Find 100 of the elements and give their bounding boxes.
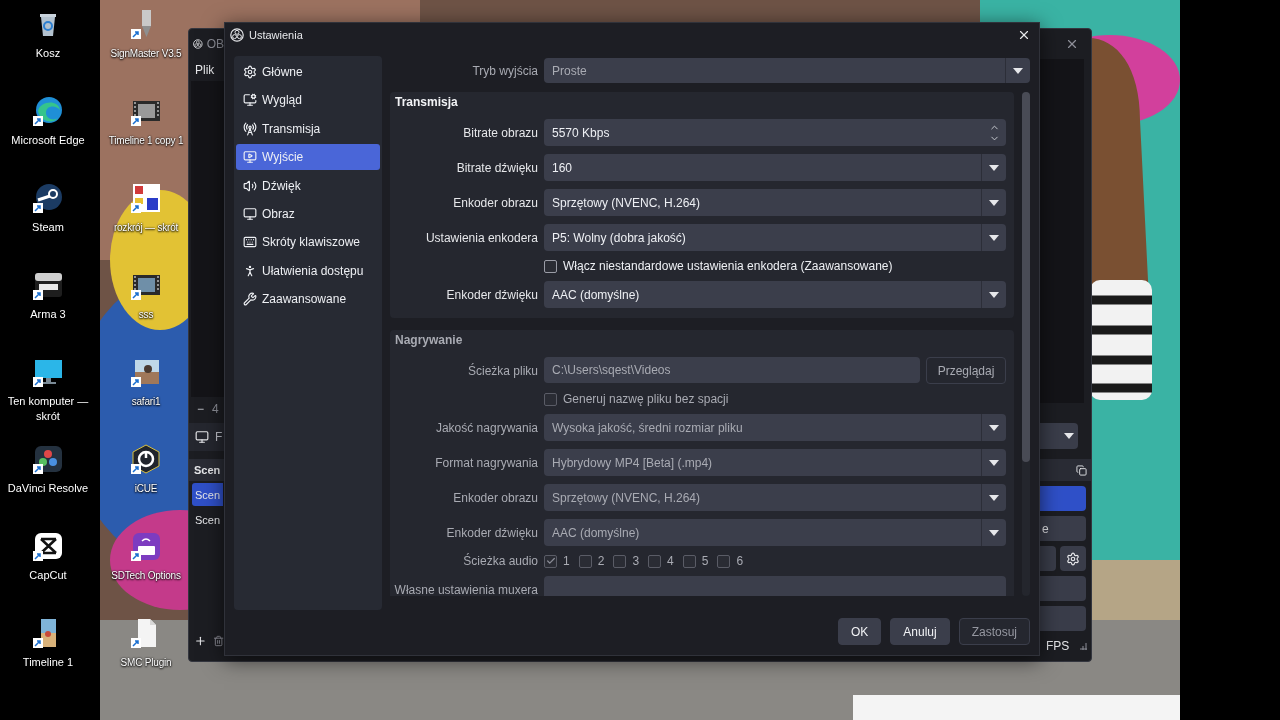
field-label: Bitrate obrazu: [462, 125, 538, 140]
field-label: Tryb wyjścia: [471, 63, 538, 78]
dock-tab[interactable]: F: [189, 423, 224, 451]
number-field[interactable]: 5570 Kbps: [544, 119, 1006, 146]
dialog-button[interactable]: Anuluj: [890, 618, 950, 645]
desktop-icon-label[interactable]: Microsoft Edge: [11, 133, 85, 148]
desktop-icon-label[interactable]: Arma 3: [30, 307, 66, 322]
sidebar-item-label[interactable]: Dźwięk: [262, 178, 301, 193]
sidebar-item-label[interactable]: Wygląd: [262, 93, 302, 108]
desktop-icon-label[interactable]: Steam: [32, 220, 64, 235]
gear-icon: [243, 65, 257, 79]
desktop-icon-label[interactable]: safari1: [131, 394, 161, 409]
desktop-icon-label[interactable]: SDTech Options: [111, 568, 181, 583]
dropdown[interactable]: Sprzętowy (NVENC, H.264): [544, 189, 1006, 216]
sidebar-item[interactable]: Transmisja: [236, 115, 380, 142]
petals-icon[interactable]: [32, 443, 64, 475]
field-label: Ścieżka pliku: [466, 363, 538, 378]
caret-icon: [989, 199, 999, 206]
scrollbar[interactable]: [1022, 92, 1030, 596]
caret-icon: [989, 494, 999, 501]
caret-icon: [989, 459, 999, 466]
sidebar-item[interactable]: Wygląd: [236, 87, 380, 114]
dock-title: Scen: [194, 464, 221, 476]
person-icon: [243, 263, 257, 278]
sidebar-item[interactable]: Dźwięk: [236, 172, 380, 199]
desktop-icon-label[interactable]: Kosz: [35, 46, 61, 61]
antenna-icon: [243, 121, 257, 136]
sidebar-item[interactable]: Ułatwienia dostępu: [236, 257, 380, 284]
resize-grip-icon: [1080, 642, 1087, 650]
sidebar-item[interactable]: Obraz: [236, 200, 380, 227]
monitor-gear-icon: [243, 93, 257, 108]
zoom-out-button[interactable]: −: [197, 402, 204, 416]
sidebar-item-label[interactable]: Ułatwienia dostępu: [262, 263, 364, 278]
screen-play-icon: [243, 150, 257, 165]
sidebar-item[interactable]: Wyjście: [236, 144, 380, 171]
field-label: Jakość nagrywania: [434, 420, 538, 435]
sidebar-item[interactable]: Zaawansowane: [236, 286, 380, 313]
caret-icon: [989, 234, 999, 241]
desktop-icon-label[interactable]: Ten komputer — skrót: [0, 394, 96, 424]
zoom-value: 4: [212, 402, 219, 416]
sidebar-item-label[interactable]: Skróty klawiszowe: [262, 235, 361, 250]
sidebar-item-label[interactable]: Wyjście: [262, 150, 304, 165]
dropdown[interactable]: [1040, 423, 1078, 449]
circle-logo-icon: [193, 37, 203, 51]
sidebar-item[interactable]: Skróty klawiszowe: [236, 229, 380, 256]
settings-icon: [1066, 551, 1080, 566]
caret-icon: [989, 424, 999, 431]
undock-icon[interactable]: [1076, 464, 1087, 476]
circle-app-icon[interactable]: [32, 182, 64, 214]
power-icon[interactable]: [130, 443, 162, 475]
circle-logo-icon: [230, 27, 244, 42]
settings-button[interactable]: [1060, 546, 1086, 571]
monitor-icon: [195, 430, 209, 444]
field-label: Enkoder obrazu: [452, 490, 538, 505]
dropdown[interactable]: P5: Wolny (dobra jakość): [544, 224, 1006, 251]
field-label: Enkoder dźwięku: [445, 287, 538, 302]
field-label: Własne ustawienia muxera: [394, 582, 538, 596]
dropdown[interactable]: 160: [544, 154, 1006, 181]
dropdown[interactable]: AAC (domyślne): [544, 281, 1006, 308]
field-label: Ustawienia enkodera: [424, 230, 538, 245]
keyboard-icon: [243, 235, 257, 250]
grid-icon[interactable]: [130, 182, 162, 214]
scene-item[interactable]: Scen: [192, 508, 223, 531]
control-button[interactable]: e: [1040, 516, 1086, 541]
desktop-icon-label[interactable]: Timeline 1: [22, 655, 74, 670]
monitor-icon: [243, 206, 257, 221]
speaker-icon: [243, 178, 257, 193]
sidebar-item-label[interactable]: Główne: [262, 65, 303, 79]
checkbox[interactable]: [544, 259, 557, 273]
sidebar-item-label[interactable]: Transmisja: [262, 121, 321, 136]
caret-icon: [989, 529, 999, 536]
field-label: Enkoder dźwięku: [445, 525, 538, 540]
sidebar-item[interactable]: Główne: [236, 59, 380, 85]
window-title: OB: [206, 37, 224, 51]
sidebar-item-label[interactable]: Obraz: [262, 206, 295, 221]
swirl-icon[interactable]: [32, 95, 64, 127]
cross-app-icon[interactable]: [32, 530, 64, 562]
desktop-icon-label[interactable]: SignMaster V3.5: [110, 46, 182, 61]
caret-icon: [989, 164, 999, 171]
desktop-icon-label[interactable]: CapCut: [29, 568, 67, 583]
status-text: FPS: [1046, 639, 1070, 653]
desktop-icon-label[interactable]: DaVinci Resolve: [7, 481, 89, 496]
field-label: Bitrate dźwięku: [455, 160, 538, 175]
group-title: Nagrywanie: [394, 332, 464, 348]
desktop-icon-label[interactable]: Timeline 1 copy 1: [108, 133, 184, 148]
field-label: Format nagrywania: [434, 455, 538, 470]
menu-item[interactable]: Plik: [195, 63, 215, 77]
checkbox-label[interactable]: Włącz niestandardowe ustawienia enkodera (Zaawansowane): [563, 259, 893, 273]
keyboard-icon[interactable]: [130, 530, 162, 562]
caret-icon: [989, 291, 999, 298]
desktop-icon-label[interactable]: iCUE: [134, 481, 158, 496]
scene-item[interactable]: Scen: [192, 483, 223, 506]
window-title: Ustawienia: [249, 28, 304, 41]
wrench-icon: [243, 292, 257, 307]
dialog-button[interactable]: OK: [837, 618, 882, 645]
caret-icon: [1064, 433, 1074, 439]
sidebar-item-label[interactable]: Zaawansowane: [262, 292, 347, 307]
field-label: Ścieżka audio: [462, 554, 538, 568]
caret-icon: [1013, 67, 1023, 74]
group-title: Transmisja: [394, 94, 459, 110]
